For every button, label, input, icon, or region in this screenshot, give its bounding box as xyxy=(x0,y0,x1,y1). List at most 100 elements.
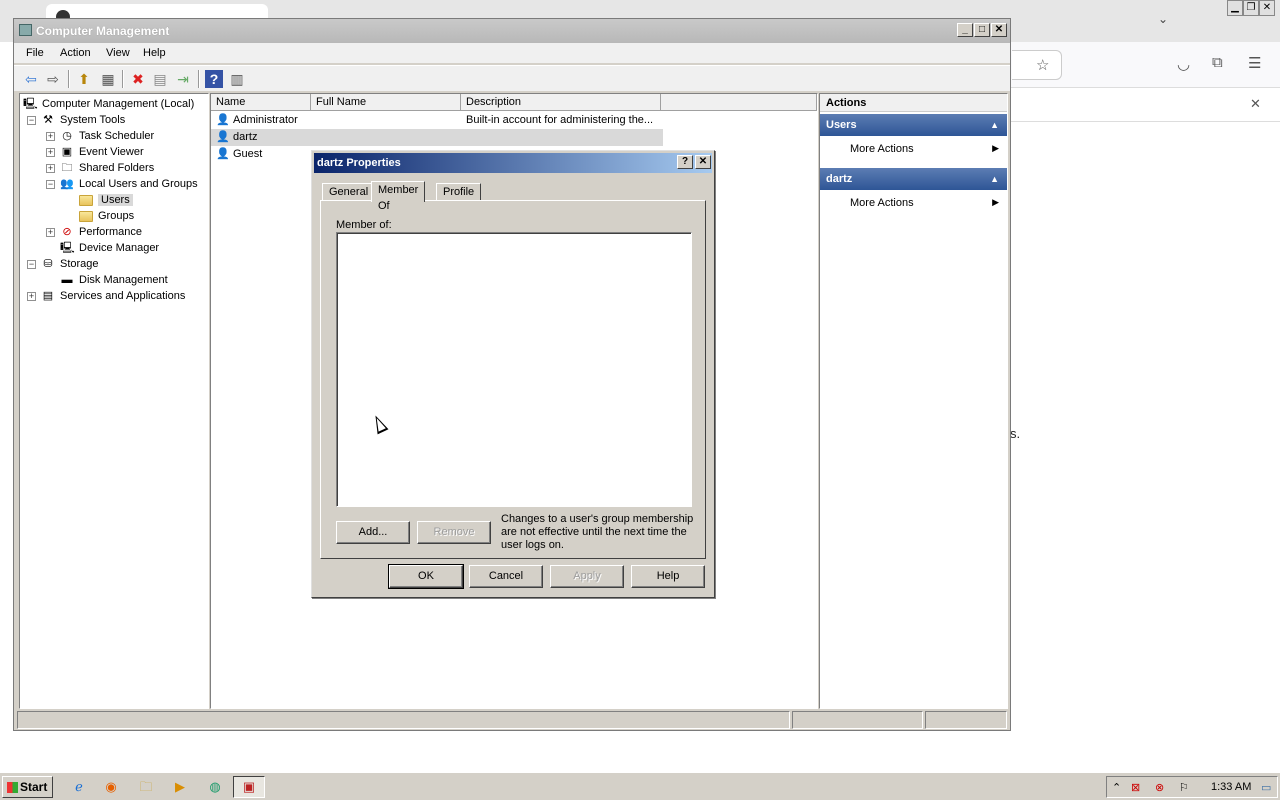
column-header-name[interactable]: Name xyxy=(211,94,311,111)
browser-restore-button[interactable]: ❐ xyxy=(1243,0,1259,16)
users-group-icon: 👥 xyxy=(60,178,74,190)
actions-title: Actions xyxy=(820,94,1007,112)
export-list-icon[interactable]: ⇥ xyxy=(174,70,192,88)
action-center-flag-icon[interactable]: ⚐ xyxy=(1179,781,1189,794)
help-button[interactable]: Help xyxy=(631,565,705,588)
tree-item-device-manager[interactable]: 🖳 Device Manager xyxy=(46,240,159,256)
notification-close-icon[interactable]: ✕ xyxy=(1250,96,1261,112)
list-row-administrator[interactable]: 👤 Administrator Built-in account for adm… xyxy=(211,112,663,129)
expand-toggle[interactable]: + xyxy=(46,131,55,141)
browser-minimize-button[interactable]: ▁ xyxy=(1227,0,1243,16)
expand-toggle[interactable]: + xyxy=(46,147,55,157)
tab-general[interactable]: General xyxy=(322,183,376,201)
explorer-folder-icon[interactable]: 🗀 xyxy=(138,779,154,795)
show-hide-tree-icon[interactable]: ▦ xyxy=(99,70,117,88)
maximize-button[interactable]: □ xyxy=(974,23,990,37)
add-button[interactable]: Add... xyxy=(336,521,410,544)
menu-view[interactable]: View xyxy=(106,47,130,59)
menu-help[interactable]: Help xyxy=(143,47,166,59)
menu-icon[interactable]: ☰ xyxy=(1248,54,1261,72)
tab-profile[interactable]: Profile xyxy=(436,183,482,201)
title-bar[interactable]: Computer Management _ □ ✕ xyxy=(14,19,1010,43)
tree-item-system-tools[interactable]: − ⚒ System Tools xyxy=(27,112,125,128)
ok-button[interactable]: OK xyxy=(388,564,464,589)
network-status-icon[interactable]: ⊠ xyxy=(1131,781,1140,794)
status-segment xyxy=(925,711,1007,729)
submenu-arrow-icon: ▶ xyxy=(992,197,999,207)
expand-toggle[interactable]: + xyxy=(46,163,55,173)
tab-list-chevron-icon[interactable]: ⌄ xyxy=(1158,12,1168,26)
menu-action[interactable]: Action xyxy=(60,47,91,59)
list-row-dartz[interactable]: 👤 dartz xyxy=(211,129,663,146)
collapse-toggle[interactable]: − xyxy=(27,115,36,125)
tree-item-services-apps[interactable]: + ▤ Services and Applications xyxy=(27,288,185,304)
tree-item-performance[interactable]: + ⊘ Performance xyxy=(46,224,142,240)
help-icon[interactable]: ? xyxy=(205,70,223,88)
collapse-toggle[interactable]: − xyxy=(46,179,55,189)
tray-expand-icon[interactable]: ⌃ xyxy=(1112,781,1121,794)
internet-explorer-icon[interactable]: ℯ xyxy=(71,779,87,795)
status-bar xyxy=(17,711,1007,729)
collapse-caret-icon[interactable]: ▲ xyxy=(990,168,999,190)
expand-toggle[interactable]: + xyxy=(46,227,55,237)
dialog-title-bar[interactable]: dartz Properties ? ✕ xyxy=(314,153,712,173)
show-desktop-icon[interactable]: ▭ xyxy=(1261,781,1271,794)
dialog-close-button[interactable]: ✕ xyxy=(695,155,711,169)
extensions-icon[interactable]: ⧉ xyxy=(1212,54,1223,71)
collapse-caret-icon[interactable]: ▲ xyxy=(990,114,999,136)
user-icon: 👤 xyxy=(216,148,230,160)
firefox-icon[interactable]: ◉ xyxy=(103,779,119,795)
tree-item-root[interactable]: 🖳 Computer Management (Local) xyxy=(23,96,194,112)
back-icon[interactable]: ⇦ xyxy=(22,70,40,88)
folder-icon xyxy=(79,194,93,206)
bookmark-star-icon[interactable]: ☆ xyxy=(1036,56,1049,74)
properties-icon[interactable]: ▤ xyxy=(151,70,169,88)
column-header-full-name[interactable]: Full Name xyxy=(311,94,461,111)
tree-item-task-scheduler[interactable]: + ◷ Task Scheduler xyxy=(46,128,154,144)
up-folder-icon[interactable]: ⬆ xyxy=(75,70,93,88)
folder-icon xyxy=(79,210,93,222)
start-button[interactable]: Start xyxy=(2,776,53,798)
user-name: Guest xyxy=(233,148,263,160)
remove-button[interactable]: Remove xyxy=(417,521,491,544)
dialog-help-button[interactable]: ? xyxy=(677,155,693,169)
expand-toggle[interactable]: + xyxy=(27,291,36,301)
delete-icon[interactable]: ✖ xyxy=(129,70,147,88)
column-header-description[interactable]: Description xyxy=(461,94,661,111)
shared-folder-icon: 🗀 xyxy=(61,162,73,174)
more-actions-users[interactable]: More Actions xyxy=(850,143,914,155)
apply-button[interactable]: Apply xyxy=(550,565,624,588)
tree-item-shared-folders[interactable]: + 🗀 Shared Folders xyxy=(46,160,154,176)
media-player-icon[interactable]: ▶ xyxy=(172,779,188,795)
url-bar-end[interactable]: ☆ xyxy=(1012,50,1062,80)
menu-file[interactable]: File xyxy=(26,47,44,59)
tree-label: Disk Management xyxy=(79,274,168,286)
event-viewer-icon: ▣ xyxy=(61,146,73,158)
tree-item-disk-management[interactable]: ▬ Disk Management xyxy=(46,272,168,288)
volume-muted-icon[interactable]: ⊗ xyxy=(1155,781,1164,794)
tree-item-event-viewer[interactable]: + ▣ Event Viewer xyxy=(46,144,144,160)
tree-label: System Tools xyxy=(60,114,126,126)
pocket-icon[interactable]: ◡ xyxy=(1177,55,1190,73)
tree-item-groups[interactable]: Groups xyxy=(65,208,134,224)
close-button[interactable]: ✕ xyxy=(991,23,1007,37)
clock[interactable]: 1:33 AM xyxy=(1211,781,1251,793)
toolbar-separator xyxy=(198,70,200,88)
cancel-button[interactable]: Cancel xyxy=(469,565,543,588)
browser-close-button[interactable]: ✕ xyxy=(1259,0,1275,16)
tree-item-storage[interactable]: − ⛁ Storage xyxy=(27,256,99,272)
tree-item-local-users-groups[interactable]: − 👥 Local Users and Groups xyxy=(46,176,198,192)
network-icon[interactable]: ◍ xyxy=(207,779,223,795)
member-of-list[interactable] xyxy=(336,232,692,507)
show-hide-action-pane-icon[interactable]: ▥ xyxy=(228,70,246,88)
tree-item-users[interactable]: Users xyxy=(65,192,133,208)
actions-section-users[interactable]: Users ▲ xyxy=(820,114,1007,136)
collapse-toggle[interactable]: − xyxy=(27,259,36,269)
minimize-button[interactable]: _ xyxy=(957,23,973,37)
tab-member-of[interactable]: Member Of xyxy=(371,181,426,212)
taskbar-computer-management[interactable]: ▣ xyxy=(233,776,265,798)
user-icon: 👤 xyxy=(216,114,230,126)
more-actions-dartz[interactable]: More Actions xyxy=(850,197,914,209)
forward-icon[interactable]: ⇨ xyxy=(44,70,62,88)
actions-section-dartz[interactable]: dartz ▲ xyxy=(820,168,1007,190)
